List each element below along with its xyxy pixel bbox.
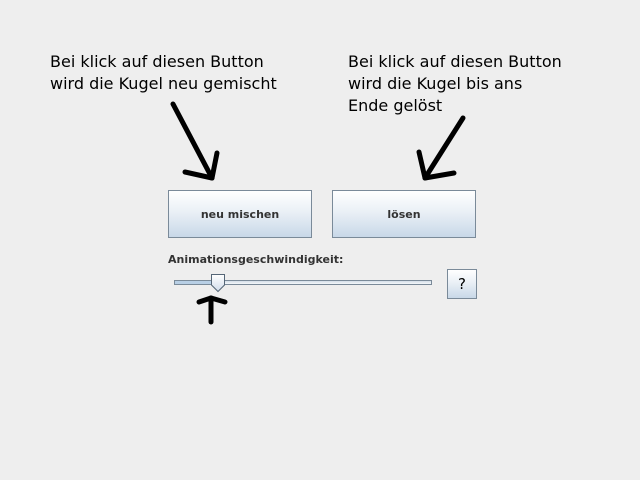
solve-annotation: Bei klick auf diesen Button wird die Kug…	[348, 51, 562, 117]
shuffle-button[interactable]: neu mischen	[168, 190, 312, 238]
arrow-to-slider-icon	[196, 295, 228, 325]
animation-speed-label: Animationsgeschwindigkeit:	[168, 253, 344, 266]
shuffle-annotation-line: wird die Kugel neu gemischt	[50, 74, 277, 93]
solve-annotation-line: Ende gelöst	[348, 96, 443, 115]
shuffle-annotation: Bei klick auf diesen Button wird die Kug…	[50, 51, 277, 95]
solve-button[interactable]: lösen	[332, 190, 476, 238]
slider-thumb-icon[interactable]	[210, 273, 226, 293]
shuffle-annotation-line: Bei klick auf diesen Button	[50, 52, 264, 71]
solve-annotation-line: wird die Kugel bis ans	[348, 74, 523, 93]
animation-speed-slider[interactable]	[170, 272, 432, 294]
arrow-to-shuffle-button-icon	[170, 101, 220, 181]
arrow-to-solve-button-icon	[416, 115, 466, 181]
solve-annotation-line: Bei klick auf diesen Button	[348, 52, 562, 71]
help-button[interactable]: ?	[447, 269, 477, 299]
